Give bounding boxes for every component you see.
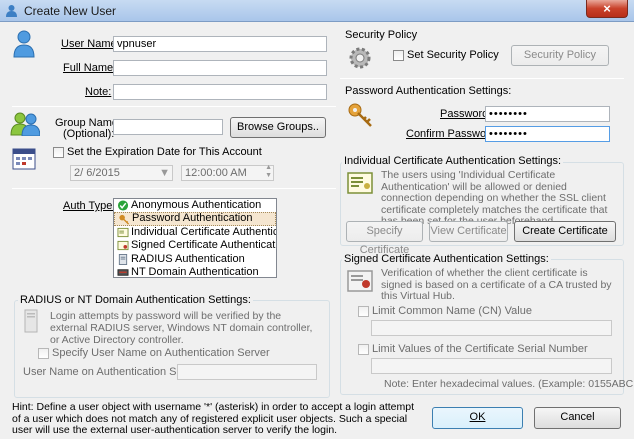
list-item-anonymous[interactable]: Anonymous Authentication (114, 199, 276, 212)
hex-note: Note: Enter hexadecimal values. (Example… (384, 378, 634, 390)
list-item-password[interactable]: Password Authentication (114, 212, 276, 226)
limit-cn-checkbox[interactable] (358, 306, 369, 317)
password-field[interactable]: •••••••• (485, 106, 610, 122)
list-item-label: Signed Certificate Authentication (131, 239, 277, 252)
group-optional-label: (Optional): (63, 128, 115, 140)
username-label-text: User Name: (61, 38, 120, 50)
expiration-time-value: 12:00:00 AM (185, 167, 247, 179)
limit-serial-label: Limit Values of the Certificate Serial N… (372, 343, 588, 355)
user-icon (13, 30, 35, 58)
hint-text: Hint: Define a user object with username… (12, 401, 415, 436)
radius-description: Login attempts by password will be verif… (50, 310, 313, 346)
list-item-label: Password Authentication (132, 212, 253, 225)
title-bar: Create New User × (0, 0, 634, 22)
time-spinner-icon[interactable]: ▲ ▼ (265, 164, 272, 180)
individual-cert-heading: Individual Certificate Authentication Se… (342, 155, 564, 167)
list-item-label: NT Domain Authentication (131, 265, 259, 278)
keys-icon (348, 103, 372, 127)
server-username-field[interactable] (177, 364, 317, 380)
specify-certificate-button[interactable]: Specify Certificate (346, 221, 423, 256)
group-name-field[interactable] (113, 119, 223, 135)
fullname-label: Full Name: (63, 62, 116, 74)
browse-groups-button[interactable]: Browse Groups.. (230, 117, 326, 138)
individual-cert-description: The users using 'Individual Certificate … (381, 169, 608, 226)
expiration-date-field[interactable]: 2/ 6/2015 ▼ (70, 165, 173, 181)
security-policy-heading: Security Policy (345, 29, 418, 41)
set-security-policy-label: Set Security Policy (407, 49, 499, 61)
certificate-icon (117, 227, 129, 237)
list-item-label: Individual Certificate Authentication (131, 225, 276, 238)
radius-group-label: RADIUS or NT Domain Authentication Setti… (18, 294, 253, 306)
window-title: Create New User (24, 4, 117, 18)
check-circle-icon (117, 200, 129, 211)
view-certificate-button[interactable]: View Certificate (429, 221, 508, 242)
limit-cn-label: Limit Common Name (CN) Value (372, 305, 532, 317)
cancel-button[interactable]: Cancel (534, 407, 621, 429)
specify-username-checkbox[interactable] (38, 348, 49, 359)
create-certificate-button[interactable]: Create Certificate (514, 221, 616, 242)
list-item-radius[interactable]: RADIUS Authentication (114, 253, 276, 266)
note-field[interactable] (113, 84, 327, 100)
server-icon (24, 309, 38, 333)
signed-certificate-icon (347, 270, 373, 292)
username-field[interactable]: vpnuser (113, 36, 327, 52)
specify-username-label: Specify User Name on Authentication Serv… (52, 347, 270, 359)
divider (12, 188, 336, 189)
dialog-body: User Name: vpnuser Full Name: Note: Grou… (0, 22, 634, 439)
domain-icon (117, 269, 129, 276)
user-app-icon (6, 5, 17, 17)
username-label: User Name: (61, 38, 120, 50)
list-item-label: RADIUS Authentication (131, 252, 245, 265)
expiration-checkbox[interactable] (53, 147, 64, 158)
keys-icon (119, 215, 130, 225)
list-item-nt-domain[interactable]: NT Domain Authentication (114, 265, 276, 278)
fullname-label-text: Full Name: (63, 62, 117, 74)
limit-serial-checkbox[interactable] (358, 344, 369, 355)
signed-cert-description: Verification of whether the client certi… (381, 267, 612, 302)
server-icon (118, 253, 128, 265)
security-policy-button[interactable]: Security Policy (511, 45, 609, 66)
note-label: Note: (85, 86, 111, 98)
auth-type-list[interactable]: Anonymous Authentication Password Authen… (113, 198, 277, 278)
set-security-policy-checkbox[interactable] (393, 50, 404, 61)
expiration-date-value: 2/ 6/2015 (74, 167, 120, 179)
list-item-individual-cert[interactable]: Individual Certificate Authentication (114, 226, 276, 239)
list-item-label: Anonymous Authentication (131, 199, 262, 211)
password-label-text: Password: (440, 108, 492, 120)
fullname-field[interactable] (113, 60, 327, 76)
gear-icon (349, 47, 371, 69)
signed-certificate-icon (117, 241, 129, 251)
divider (340, 78, 624, 79)
expiration-time-field[interactable]: 12:00:00 AM ▲ ▼ (181, 164, 274, 181)
note-label-text: Note: (85, 86, 112, 98)
list-item-signed-cert[interactable]: Signed Certificate Authentication (114, 239, 276, 252)
calendar-icon (12, 148, 36, 170)
date-dropdown-icon[interactable]: ▼ (159, 166, 170, 180)
close-button[interactable]: × (586, 0, 628, 18)
divider (12, 106, 336, 107)
limit-cn-field[interactable] (371, 320, 612, 336)
limit-serial-field[interactable] (371, 358, 612, 374)
certificate-icon (347, 172, 373, 194)
password-settings-heading: Password Authentication Settings: (345, 85, 512, 97)
signed-cert-heading: Signed Certificate Authentication Settin… (342, 253, 551, 265)
password-label: Password: (440, 108, 491, 120)
group-icon (10, 112, 40, 136)
ok-button[interactable]: OK (432, 407, 523, 429)
auth-type-label: Auth Type: (63, 200, 115, 212)
ok-button-label: OK (469, 411, 486, 423)
expiration-label: Set the Expiration Date for This Account (67, 146, 262, 158)
auth-type-label-text: Auth Type: (63, 200, 116, 212)
confirm-password-field[interactable]: •••••••• (485, 126, 610, 142)
